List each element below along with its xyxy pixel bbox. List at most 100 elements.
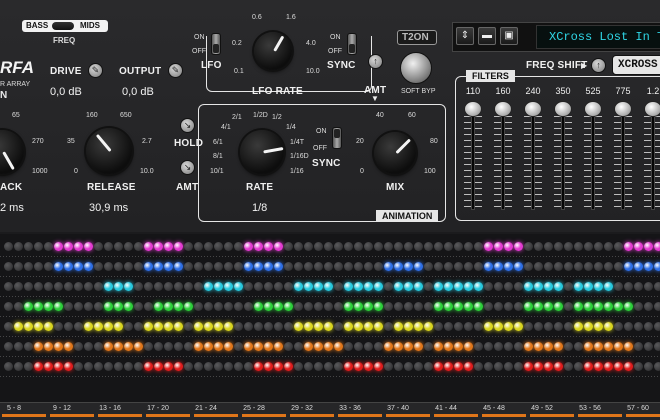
led-off[interactable]: [514, 342, 523, 351]
led-on[interactable]: [44, 362, 53, 371]
filter-slider-handle-2[interactable]: [524, 101, 542, 117]
led-on[interactable]: [114, 282, 123, 291]
led-off[interactable]: [214, 262, 223, 271]
lfo-rate-knob[interactable]: [254, 32, 292, 70]
led-off[interactable]: [94, 282, 103, 291]
led-off[interactable]: [534, 242, 543, 251]
led-on[interactable]: [574, 282, 583, 291]
led-off[interactable]: [374, 342, 383, 351]
led-off[interactable]: [494, 302, 503, 311]
led-on[interactable]: [454, 342, 463, 351]
led-on[interactable]: [474, 302, 483, 311]
led-off[interactable]: [244, 362, 253, 371]
led-off[interactable]: [144, 342, 153, 351]
led-on[interactable]: [464, 362, 473, 371]
led-on[interactable]: [544, 342, 553, 351]
led-off[interactable]: [424, 242, 433, 251]
led-on[interactable]: [464, 342, 473, 351]
led-on[interactable]: [94, 322, 103, 331]
led-off[interactable]: [304, 262, 313, 271]
led-off[interactable]: [194, 262, 203, 271]
led-on[interactable]: [274, 362, 283, 371]
led-off[interactable]: [54, 282, 63, 291]
led-on[interactable]: [604, 282, 613, 291]
led-on[interactable]: [574, 322, 583, 331]
led-off[interactable]: [134, 262, 143, 271]
led-off[interactable]: [604, 262, 613, 271]
led-off[interactable]: [24, 242, 33, 251]
led-off[interactable]: [394, 362, 403, 371]
filter-slider-handle-1[interactable]: [494, 101, 512, 117]
led-off[interactable]: [184, 262, 193, 271]
led-on[interactable]: [24, 302, 33, 311]
led-on[interactable]: [284, 302, 293, 311]
led-off[interactable]: [554, 242, 563, 251]
led-off[interactable]: [144, 282, 153, 291]
led-on[interactable]: [314, 342, 323, 351]
led-off[interactable]: [4, 362, 13, 371]
led-off[interactable]: [184, 242, 193, 251]
led-off[interactable]: [454, 322, 463, 331]
led-off[interactable]: [94, 362, 103, 371]
filter-slider-4[interactable]: [582, 96, 604, 214]
led-off[interactable]: [324, 362, 333, 371]
led-on[interactable]: [324, 342, 333, 351]
led-on[interactable]: [164, 362, 173, 371]
led-on[interactable]: [444, 302, 453, 311]
led-off[interactable]: [494, 342, 503, 351]
led-on[interactable]: [164, 242, 173, 251]
led-off[interactable]: [24, 362, 33, 371]
led-off[interactable]: [454, 242, 463, 251]
folder-icon[interactable]: ▬: [478, 27, 496, 45]
led-off[interactable]: [44, 282, 53, 291]
led-off[interactable]: [194, 362, 203, 371]
led-off[interactable]: [464, 242, 473, 251]
led-on[interactable]: [324, 282, 333, 291]
led-off[interactable]: [474, 242, 483, 251]
led-off[interactable]: [484, 362, 493, 371]
led-on[interactable]: [264, 242, 273, 251]
led-off[interactable]: [574, 242, 583, 251]
led-off[interactable]: [374, 242, 383, 251]
led-off[interactable]: [424, 342, 433, 351]
led-off[interactable]: [654, 342, 660, 351]
led-on[interactable]: [24, 322, 33, 331]
led-on[interactable]: [264, 342, 273, 351]
led-on[interactable]: [354, 282, 363, 291]
led-off[interactable]: [654, 302, 660, 311]
led-on[interactable]: [234, 282, 243, 291]
led-off[interactable]: [404, 362, 413, 371]
led-on[interactable]: [64, 242, 73, 251]
led-on[interactable]: [84, 322, 93, 331]
led-off[interactable]: [14, 302, 23, 311]
led-off[interactable]: [414, 362, 423, 371]
led-on[interactable]: [494, 322, 503, 331]
led-on[interactable]: [64, 362, 73, 371]
freq-shift-up-icon[interactable]: ↑: [591, 58, 606, 73]
led-on[interactable]: [174, 362, 183, 371]
led-on[interactable]: [164, 322, 173, 331]
led-on[interactable]: [254, 342, 263, 351]
led-on[interactable]: [654, 242, 660, 251]
led-off[interactable]: [224, 262, 233, 271]
led-off[interactable]: [304, 362, 313, 371]
led-off[interactable]: [44, 242, 53, 251]
led-on[interactable]: [454, 362, 463, 371]
led-on[interactable]: [434, 282, 443, 291]
led-off[interactable]: [184, 362, 193, 371]
led-off[interactable]: [644, 342, 653, 351]
led-on[interactable]: [174, 242, 183, 251]
led-off[interactable]: [104, 362, 113, 371]
led-off[interactable]: [34, 282, 43, 291]
led-on[interactable]: [614, 362, 623, 371]
led-on[interactable]: [44, 342, 53, 351]
led-off[interactable]: [474, 262, 483, 271]
led-on[interactable]: [304, 342, 313, 351]
led-on[interactable]: [434, 342, 443, 351]
led-off[interactable]: [244, 302, 253, 311]
led-on[interactable]: [44, 322, 53, 331]
save-icon[interactable]: ▣: [500, 27, 518, 45]
led-off[interactable]: [544, 322, 553, 331]
led-off[interactable]: [14, 362, 23, 371]
led-off[interactable]: [314, 262, 323, 271]
